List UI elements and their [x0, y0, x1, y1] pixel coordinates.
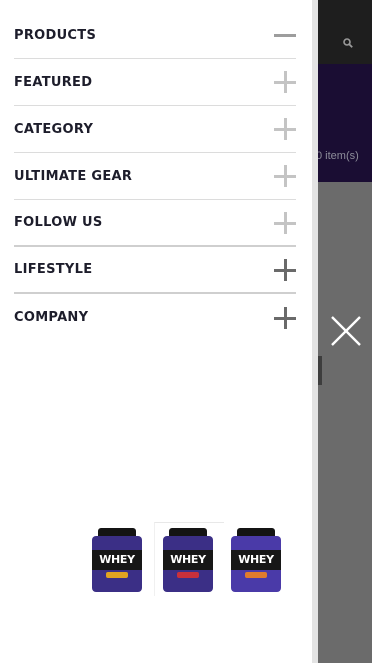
menu-item-label: FEATURED [14, 74, 93, 90]
expand-icon[interactable] [274, 71, 296, 93]
menu-item-featured[interactable]: FEATURED [14, 59, 296, 106]
product-image[interactable]: WHEY [231, 528, 281, 592]
menu-item-category[interactable]: CATEGORY [14, 106, 296, 153]
menu-item-label: ULTIMATE GEAR [14, 168, 133, 184]
menu-item-ultimate-gear[interactable]: ULTIMATE GEAR [14, 153, 296, 200]
menu-item-label: PRODUCTS [14, 27, 97, 43]
drawer-edge [312, 0, 318, 663]
menu-item-products[interactable]: PRODUCTS [14, 12, 296, 59]
product-carousel: WHEY WHEY WHEY [88, 520, 296, 596]
search-icon[interactable] [343, 38, 353, 48]
product-label: WHEY [238, 553, 274, 566]
expand-icon[interactable] [274, 258, 296, 281]
menu-item-label: FOLLOW US [14, 215, 103, 230]
navigation-drawer: PRODUCTS FEATURED CATEGORY ULTIMATE GEAR… [0, 0, 312, 663]
menu-item-label: COMPANY [14, 310, 89, 325]
menu-item-follow-us[interactable]: FOLLOW US [14, 200, 296, 247]
expand-icon[interactable] [274, 118, 296, 140]
product-label: WHEY [99, 553, 135, 566]
menu-item-label: LIFESTYLE [14, 262, 93, 277]
collapse-icon[interactable] [274, 24, 296, 46]
drawer-menu: PRODUCTS FEATURED CATEGORY ULTIMATE GEAR… [14, 12, 296, 341]
expand-icon[interactable] [274, 165, 296, 187]
close-icon[interactable] [329, 314, 363, 348]
menu-item-lifestyle[interactable]: LIFESTYLE [14, 247, 296, 294]
cart-count[interactable]: 0 item(s) [316, 150, 359, 162]
menu-item-company[interactable]: COMPANY [14, 294, 296, 341]
product-image[interactable]: WHEY [92, 528, 142, 592]
expand-icon[interactable] [274, 306, 296, 329]
expand-icon[interactable] [274, 211, 296, 234]
product-image[interactable]: WHEY [163, 528, 213, 592]
menu-item-label: CATEGORY [14, 121, 94, 137]
product-label: WHEY [170, 553, 206, 566]
